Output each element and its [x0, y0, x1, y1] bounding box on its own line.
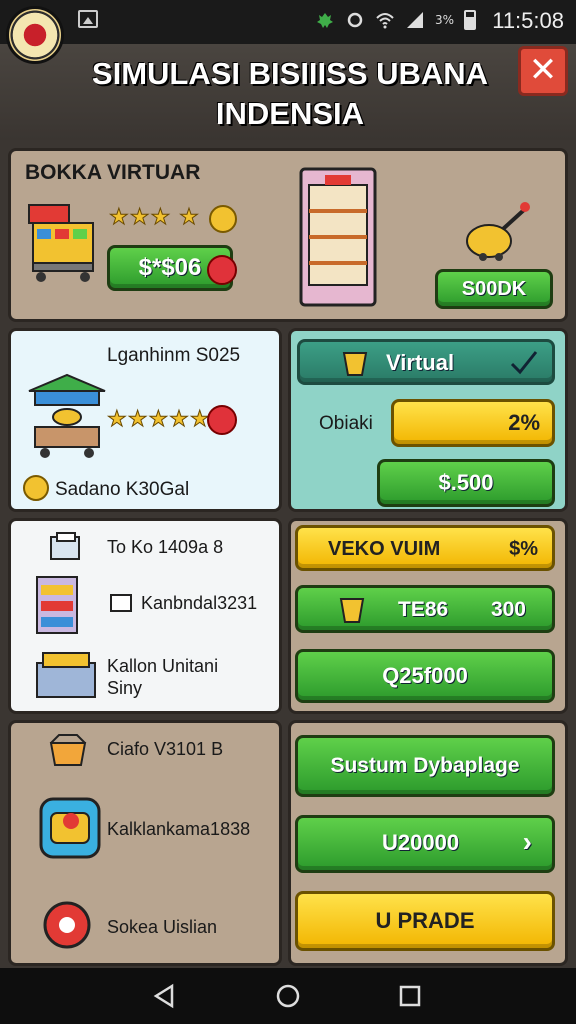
stall-title: Lganhinm S025 — [107, 345, 241, 366]
alarm-icon — [43, 901, 91, 949]
price-button-2[interactable]: $.500 — [377, 459, 555, 507]
close-button[interactable]: ✕ — [518, 46, 568, 96]
stall-rating-stars: ★★★★★ — [107, 407, 211, 433]
battery-icon — [464, 10, 476, 30]
bucket-icon — [342, 352, 368, 376]
red-token-icon — [207, 255, 237, 285]
app-logo — [6, 6, 64, 64]
obiaki-label: Obiaki — [319, 413, 373, 434]
crate-icon — [49, 734, 87, 766]
inventory-panel: To Ko 1409a 8 Kanbndal3231 Kallon Unitan… — [8, 518, 282, 714]
upgrades-panel: Ciafo V3101 B Kalklankama1838 Sokea Uisl… — [8, 720, 282, 966]
trade-label: TE86 — [398, 598, 449, 621]
stall-red-token-icon — [207, 405, 237, 435]
trade-value: 300 — [490, 598, 526, 621]
home-icon[interactable] — [274, 982, 302, 1010]
inventory-item-3: Kallon Unitani Siny — [107, 656, 219, 698]
virtual-button[interactable]: Virtual — [297, 339, 555, 385]
stall-footer: Sadano K30Gal — [55, 479, 190, 500]
battery-text: 3% — [434, 13, 454, 27]
coin-icon — [209, 205, 237, 233]
back-icon[interactable] — [150, 982, 178, 1010]
box-icon — [50, 532, 80, 560]
stock-button[interactable]: S00DK — [435, 269, 553, 309]
market-stall-icon — [28, 204, 94, 282]
gallery-icon — [78, 10, 98, 28]
upgrade-button[interactable]: U PRADE — [295, 891, 555, 951]
check-icon — [510, 351, 538, 375]
shelf-icon — [36, 576, 78, 634]
system-button[interactable]: Sustum Dybaplage — [295, 735, 555, 797]
upgrade-item-3: Sokea Uislian — [107, 917, 218, 937]
coins-label: U20000 — [382, 830, 460, 855]
wifi-icon — [376, 13, 394, 29]
trade-panel: VEKO VUIM $% TE86 300 Q25f000 — [288, 518, 568, 714]
trade-bucket-icon — [339, 598, 365, 623]
trade-button[interactable]: TE86 300 — [295, 585, 555, 633]
stall-coin-icon — [23, 475, 49, 501]
bug-icon — [316, 13, 333, 28]
page-title: SIMULASI BISIIISS UBANA INDENSIA — [91, 56, 489, 131]
inventory-item-1: To Ko 1409a 8 — [107, 537, 224, 557]
veko-bar[interactable]: VEKO VUIM $% — [295, 525, 555, 571]
amount-button[interactable]: Q25f000 — [295, 649, 555, 703]
shop-heading: BOKKA VIRTUAR — [25, 161, 201, 184]
cart-icon — [466, 202, 530, 261]
lunchbox-icon — [39, 797, 101, 859]
chevron-right-icon: › — [522, 826, 532, 857]
veko-label: VEKO VUIM — [328, 538, 441, 560]
recents-icon[interactable] — [396, 982, 424, 1010]
package-icon — [110, 594, 132, 612]
stall-panel: Lganhinm S025 ★★★★★ Sadano K30Gal — [8, 328, 282, 512]
clock: 11:5:08 — [492, 8, 564, 33]
upgrade-item-2: Kalklankama1838 — [107, 819, 251, 839]
upgrade-item-1: Ciafo V3101 B — [107, 739, 224, 759]
coins-button[interactable]: U20000 › — [295, 815, 555, 873]
inventory-item-2: Kanbndal3231 — [141, 593, 258, 613]
counter-icon — [36, 652, 96, 698]
progress-label: 2% — [508, 410, 540, 435]
virtual-label: Virtual — [386, 350, 455, 375]
virtual-panel: Virtual Obiaki 2% $.500 — [288, 328, 568, 512]
sync-icon — [347, 12, 363, 28]
rating-stars: ★★★ ★ — [109, 205, 200, 231]
status-icons: 3% — [315, 10, 476, 30]
progress-bar: 2% — [391, 399, 555, 447]
nav-bar — [0, 968, 576, 1024]
veko-value: $% — [509, 538, 538, 560]
signal-icon — [406, 12, 423, 28]
shop-panel: BOKKA VIRTUAR ★★★ ★ $*$06 S00DK — [8, 148, 568, 322]
action-panel: Sustum Dybaplage U20000 › U PRADE — [288, 720, 568, 966]
title-bar: SIMULASI BISIIISS UBANA INDENSIA ✕ — [0, 44, 576, 140]
status-bar: 3% 11:5:08 — [0, 0, 576, 44]
food-stall-icon — [28, 373, 106, 458]
vending-machine-icon — [299, 167, 377, 307]
